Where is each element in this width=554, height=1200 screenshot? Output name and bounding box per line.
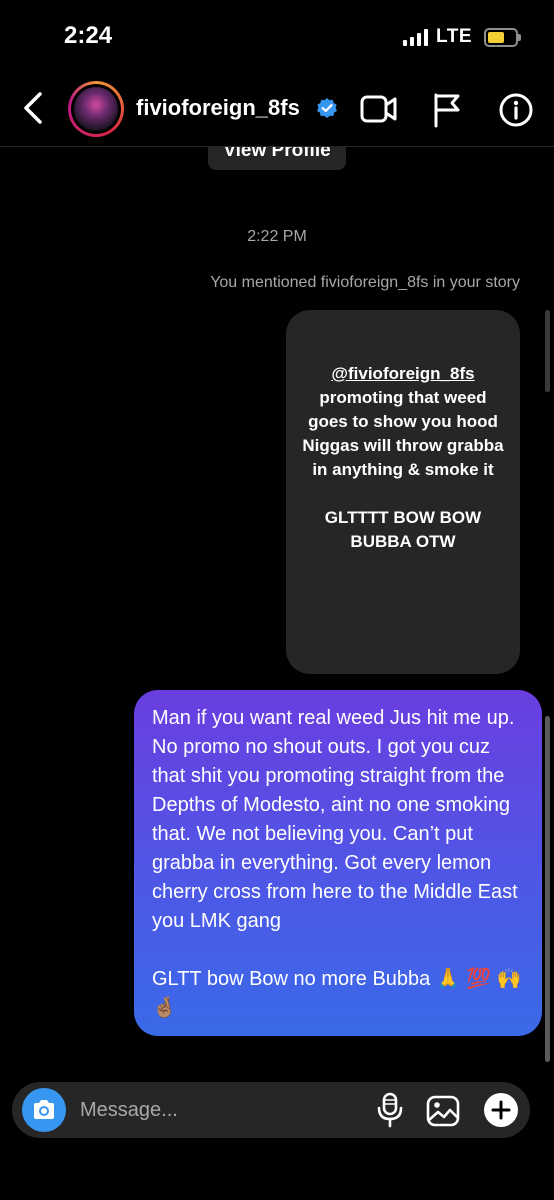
back-chevron-icon[interactable] bbox=[20, 90, 48, 131]
plus-icon bbox=[491, 1100, 511, 1120]
scrollbar[interactable] bbox=[545, 716, 550, 1062]
header-divider bbox=[0, 146, 554, 147]
story-tail: GLTTTT BOW BOW BUBBA OTW bbox=[324, 508, 482, 551]
verified-badge-icon bbox=[316, 97, 338, 124]
chat-header: fivioforeign_8fs bbox=[0, 78, 554, 142]
status-bar: 2:24 LTE bbox=[0, 0, 554, 76]
story-text: @fivioforeign_8fs promoting that weed go… bbox=[286, 362, 520, 554]
status-indicators: LTE bbox=[403, 26, 521, 48]
plus-button[interactable] bbox=[484, 1093, 518, 1127]
avatar[interactable] bbox=[68, 81, 124, 137]
camera-icon bbox=[34, 1100, 54, 1119]
story-body: promoting that weed goes to show you hoo… bbox=[302, 388, 504, 479]
info-icon[interactable] bbox=[498, 92, 534, 133]
message-paragraph-1: Man if you want real weed Jus hit me up.… bbox=[152, 707, 518, 932]
camera-button[interactable] bbox=[22, 1088, 66, 1132]
story-handle[interactable]: @fivioforeign_8fs bbox=[300, 362, 506, 386]
message-input[interactable]: Message... bbox=[80, 1099, 178, 1122]
message-timestamp: 2:22 PM bbox=[247, 228, 307, 245]
flag-icon[interactable] bbox=[432, 92, 462, 133]
battery-icon bbox=[484, 27, 521, 47]
status-time: 2:24 bbox=[64, 22, 113, 49]
gallery-icon[interactable] bbox=[426, 1095, 460, 1132]
chat-username[interactable]: fivioforeign_8fs bbox=[136, 95, 300, 121]
scrollbar-track bbox=[545, 310, 550, 392]
story-mention-card[interactable]: @fivioforeign_8fs promoting that weed go… bbox=[286, 310, 520, 674]
sent-message-bubble[interactable]: Man if you want real weed Jus hit me up.… bbox=[134, 690, 542, 1036]
signal-icon bbox=[403, 28, 429, 46]
message-composer: Message... bbox=[12, 1082, 530, 1138]
story-mention-note: You mentioned fivioforeign_8fs in your s… bbox=[210, 274, 520, 291]
microphone-icon[interactable] bbox=[376, 1092, 404, 1133]
message-paragraph-2: GLTT bow Bow no more Bubba 🙏 💯 🙌 🤞🏽 bbox=[152, 968, 522, 1019]
network-label: LTE bbox=[436, 26, 472, 47]
video-call-icon[interactable] bbox=[360, 92, 398, 131]
message-text: Man if you want real weed Jus hit me up.… bbox=[152, 704, 524, 1023]
